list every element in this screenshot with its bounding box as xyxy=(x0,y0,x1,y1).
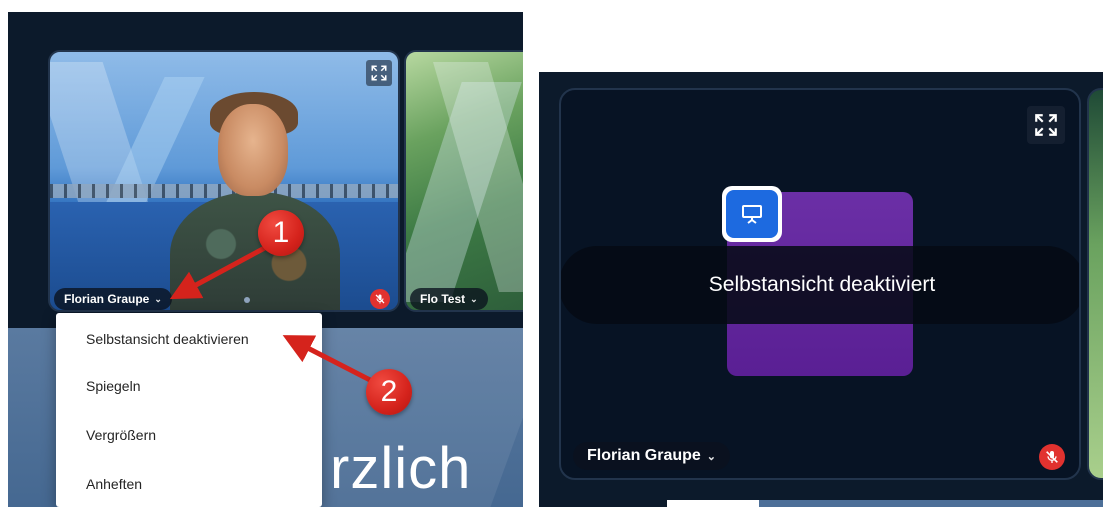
video-tile-self-disabled[interactable]: Selbstansicht deaktiviert Florian Graupe… xyxy=(559,88,1081,480)
toast-notification: Selbstansicht deaktiviert xyxy=(561,246,1079,324)
presentation-badge-inner xyxy=(726,190,778,238)
expand-button[interactable] xyxy=(1027,106,1065,144)
expand-icon xyxy=(1035,114,1057,136)
shared-slide-highlight xyxy=(667,500,759,507)
menu-item-enlarge[interactable]: Vergrößern xyxy=(56,410,322,459)
participant-name: Flo Test xyxy=(420,292,466,306)
menu-item-pin[interactable]: Anheften xyxy=(56,459,322,507)
participant-name: Florian Graupe xyxy=(64,292,150,306)
participant-name: Florian Graupe xyxy=(587,447,701,464)
screenshot-root: Florian Graupe ⌄ Flo Test ⌄ rzlich Selbs… xyxy=(0,0,1103,507)
menu-item-disable-self-view[interactable]: Selbstansicht deaktivieren xyxy=(56,317,322,361)
mic-muted-icon xyxy=(375,294,385,304)
video-tile-flo-test[interactable]: Flo Test ⌄ xyxy=(404,50,523,312)
mic-muted-icon xyxy=(1046,451,1058,463)
annotation-marker-1: 1 xyxy=(258,210,304,256)
participant-name-menu-button[interactable]: Florian Graupe ⌄ xyxy=(573,442,731,470)
status-dot xyxy=(244,297,250,303)
participant-face xyxy=(218,104,288,196)
slide-text: rzlich xyxy=(330,436,472,501)
participant-context-menu: Selbstansicht deaktivieren Spiegeln Verg… xyxy=(56,313,322,507)
chevron-down-icon: ⌄ xyxy=(470,293,478,304)
participant-body xyxy=(170,192,340,310)
presentation-badge xyxy=(722,186,782,242)
expand-icon xyxy=(371,65,387,81)
expand-button[interactable] xyxy=(366,60,392,86)
annotation-marker-2: 2 xyxy=(366,369,412,415)
video-tile-partial[interactable] xyxy=(1087,88,1103,480)
chevron-down-icon: ⌄ xyxy=(154,293,162,304)
mic-muted-badge xyxy=(1039,444,1065,470)
video-tile-self[interactable]: Florian Graupe ⌄ xyxy=(48,50,400,312)
participant-name-menu-button[interactable]: Flo Test ⌄ xyxy=(410,288,488,310)
meeting-view-right: Selbstansicht deaktiviert Florian Graupe… xyxy=(539,72,1103,507)
chevron-down-icon: ⌄ xyxy=(706,450,717,463)
mic-muted-badge xyxy=(370,289,390,309)
presentation-icon xyxy=(742,205,762,224)
participant-name-menu-button[interactable]: Florian Graupe ⌄ xyxy=(54,288,172,310)
menu-item-mirror[interactable]: Spiegeln xyxy=(56,361,322,410)
